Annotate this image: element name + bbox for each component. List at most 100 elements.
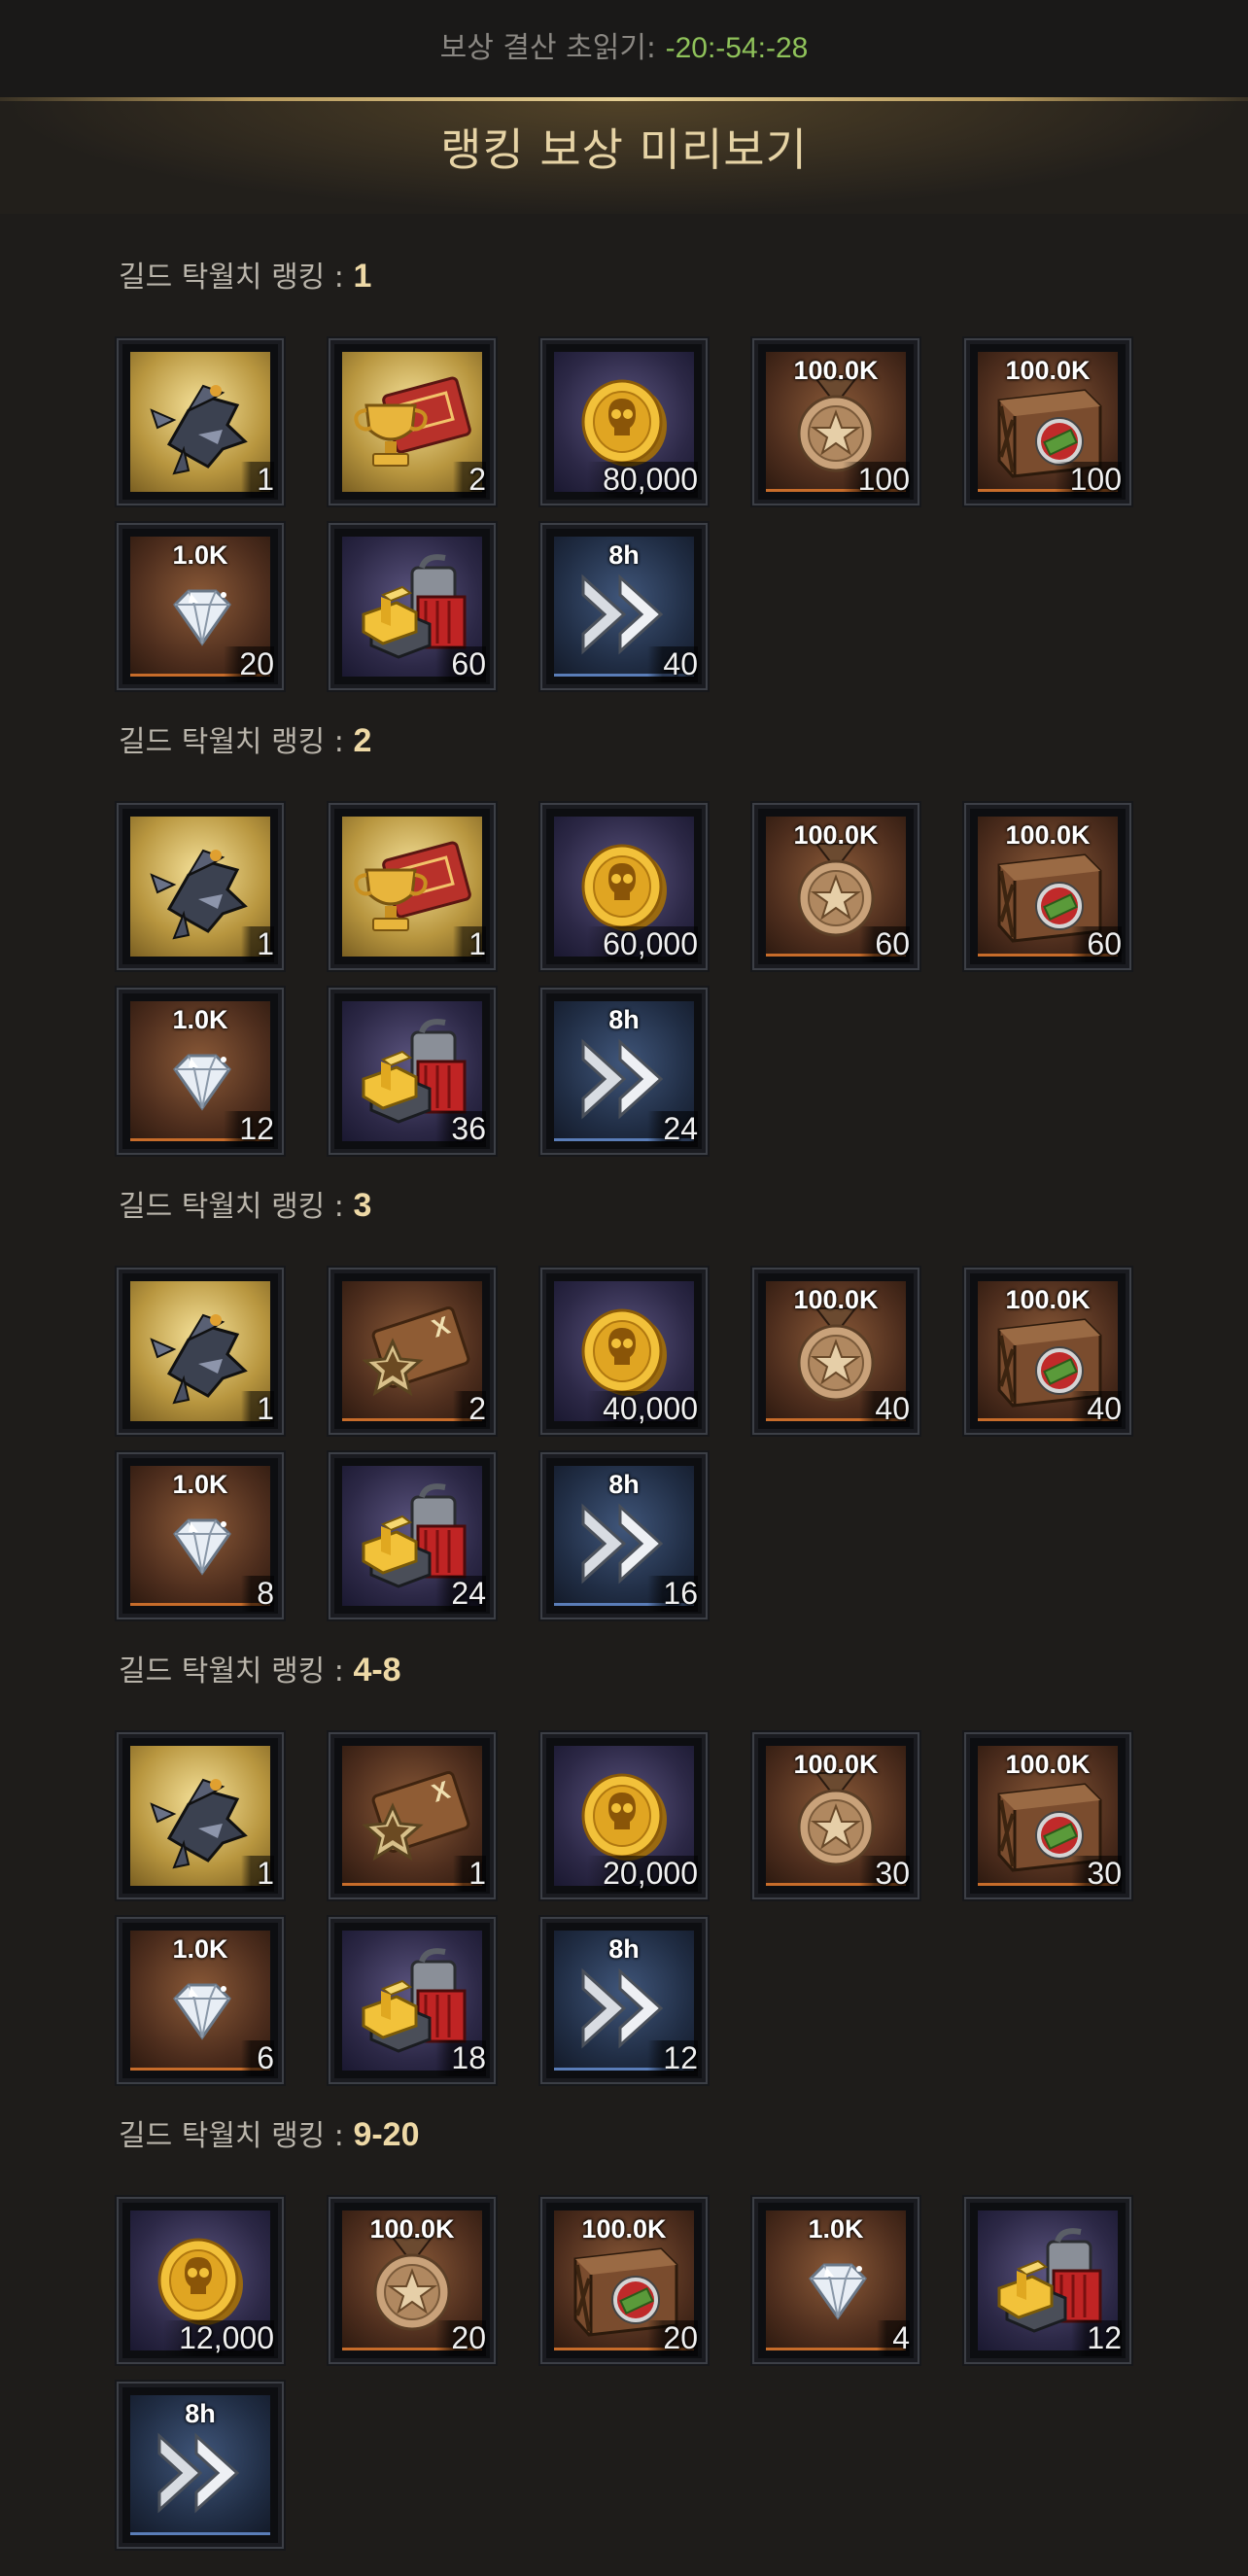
reward-list[interactable]: 길드 탁월치 랭킹 : 1 1 2 80,000 100.0K 100 100.…: [0, 253, 1248, 2576]
reward-item[interactable]: 8h 24: [540, 988, 708, 1155]
item-quantity: 4: [877, 2320, 910, 2356]
item-quantity: 40: [1071, 1391, 1122, 1427]
reward-item[interactable]: 100.0K 30: [964, 1732, 1131, 1899]
rank-label: 길드 탁월치 랭킹 :: [119, 725, 354, 759]
reward-item[interactable]: 1.0K 20: [117, 523, 284, 690]
settlement-countdown-bar: 보상 결산 초읽기: -20:-54:-28: [0, 0, 1248, 97]
reward-item[interactable]: 8h 16: [540, 1452, 708, 1619]
reward-item[interactable]: 100.0K 100: [964, 338, 1131, 505]
reward-item[interactable]: 100.0K 60: [964, 803, 1131, 970]
rank-label: 길드 탁월치 랭킹 :: [119, 1654, 354, 1688]
page-title: 랭킹 보상 미리보기: [0, 101, 1248, 214]
section-title: 길드 탁월치 랭킹 : 2: [119, 717, 371, 764]
reward-item[interactable]: X 2: [329, 1268, 496, 1435]
item-quantity: 40: [859, 1391, 910, 1427]
item-quantity: 6: [241, 2040, 274, 2076]
reward-item[interactable]: 12,000: [117, 2197, 284, 2364]
reward-item[interactable]: 1: [117, 1268, 284, 1435]
reward-item[interactable]: 60,000: [540, 803, 708, 970]
item-quantity: 60: [859, 926, 910, 962]
reward-item[interactable]: 2: [329, 338, 496, 505]
reward-section: 길드 탁월치 랭킹 : 2 1 1 60,000 100.0K 60 100.0…: [0, 717, 1248, 1182]
reward-item[interactable]: 1.0K 6: [117, 1917, 284, 2084]
reward-item[interactable]: 1.0K 8: [117, 1452, 284, 1619]
item-quantity: 1: [453, 926, 486, 962]
item-value-tag: 8h: [608, 1470, 640, 1499]
item-quantity: 24: [435, 1576, 486, 1612]
reward-item[interactable]: 100.0K 100: [752, 338, 919, 505]
reward-section: 길드 탁월치 랭킹 : 3 1 X 2 40,000 100.0K 40 100…: [0, 1182, 1248, 1647]
item-value-tag: 100.0K: [793, 356, 879, 385]
rank-value: 3: [353, 1187, 372, 1224]
item-value-tag: 100.0K: [581, 2214, 667, 2244]
reward-item[interactable]: 60: [329, 523, 496, 690]
rank-value: 2: [353, 722, 372, 759]
item-quantity: 1: [241, 462, 274, 498]
reward-item[interactable]: 18: [329, 1917, 496, 2084]
item-value-tag: 100.0K: [1005, 1285, 1091, 1314]
item-quantity: 12: [647, 2040, 698, 2076]
item-quantity: 60: [1071, 926, 1122, 962]
item-quantity: 8: [241, 1576, 274, 1612]
reward-item[interactable]: 100.0K 40: [964, 1268, 1131, 1435]
reward-item[interactable]: 80,000: [540, 338, 708, 505]
reward-item[interactable]: 100.0K 20: [540, 2197, 708, 2364]
rank-label: 길드 탁월치 랭킹 :: [119, 1190, 354, 1224]
rank-value: 1: [353, 258, 372, 295]
reward-item[interactable]: 36: [329, 988, 496, 1155]
reward-item[interactable]: 100.0K 60: [752, 803, 919, 970]
reward-item[interactable]: 100.0K 30: [752, 1732, 919, 1899]
reward-item[interactable]: 100.0K 20: [329, 2197, 496, 2364]
reward-item[interactable]: 1: [117, 338, 284, 505]
reward-item[interactable]: 8h: [117, 2382, 284, 2549]
reward-item[interactable]: 20,000: [540, 1732, 708, 1899]
countdown-timer: -20:-54:-28: [665, 32, 809, 64]
reward-item[interactable]: 100.0K 40: [752, 1268, 919, 1435]
section-title: 길드 탁월치 랭킹 : 9-20: [119, 2111, 420, 2158]
item-quantity: 2: [453, 1391, 486, 1427]
item-quantity: 12: [1071, 2320, 1122, 2356]
item-value-tag: 100.0K: [793, 1750, 879, 1779]
rank-label: 길드 탁월치 랭킹 :: [119, 2119, 354, 2153]
item-quantity: 30: [859, 1856, 910, 1892]
item-value-tag: 8h: [185, 2399, 216, 2428]
item-value-tag: 100.0K: [1005, 820, 1091, 850]
item-quantity: 12,000: [163, 2320, 274, 2356]
reward-item[interactable]: 8h 12: [540, 1917, 708, 2084]
item-quantity: 30: [1071, 1856, 1122, 1892]
item-quantity: 12: [224, 1111, 274, 1147]
item-quantity: 80,000: [587, 462, 698, 498]
item-value-tag: 100.0K: [793, 820, 879, 850]
item-value-tag: 1.0K: [172, 540, 228, 570]
reward-item[interactable]: 40,000: [540, 1268, 708, 1435]
item-value-tag: 100.0K: [793, 1285, 879, 1314]
item-quantity: 20: [647, 2320, 698, 2356]
item-quantity: 16: [647, 1576, 698, 1612]
reward-item[interactable]: 1: [117, 803, 284, 970]
rank-label: 길드 탁월치 랭킹 :: [119, 261, 354, 295]
reward-item[interactable]: 12: [964, 2197, 1131, 2364]
item-quantity: 1: [453, 1856, 486, 1892]
item-value-tag: 100.0K: [1005, 1750, 1091, 1779]
reward-item[interactable]: 1.0K 12: [117, 988, 284, 1155]
item-value-tag: 1.0K: [172, 1934, 228, 1964]
item-quantity: 1: [241, 926, 274, 962]
reward-item[interactable]: 1: [329, 803, 496, 970]
item-quantity: 40: [647, 646, 698, 682]
reward-item[interactable]: 1: [117, 1732, 284, 1899]
item-quantity: 60: [435, 646, 486, 682]
item-value-tag: 100.0K: [1005, 356, 1091, 385]
item-value-tag: 8h: [608, 540, 640, 570]
reward-section: 길드 탁월치 랭킹 : 1 1 2 80,000 100.0K 100 100.…: [0, 253, 1248, 717]
item-value-tag: 8h: [608, 1934, 640, 1964]
reward-section: 길드 탁월치 랭킹 : 9-20 12,000 100.0K 20 100.0K 2…: [0, 2111, 1248, 2576]
reward-item[interactable]: 8h 40: [540, 523, 708, 690]
rank-value: 4-8: [353, 1652, 401, 1688]
reward-item[interactable]: 1.0K 4: [752, 2197, 919, 2364]
item-quantity: 2: [453, 462, 486, 498]
section-title: 길드 탁월치 랭킹 : 3: [119, 1182, 371, 1229]
reward-item[interactable]: 24: [329, 1452, 496, 1619]
item-quantity: 20: [435, 2320, 486, 2356]
reward-item[interactable]: X 1: [329, 1732, 496, 1899]
item-quantity: 100: [1054, 462, 1122, 498]
